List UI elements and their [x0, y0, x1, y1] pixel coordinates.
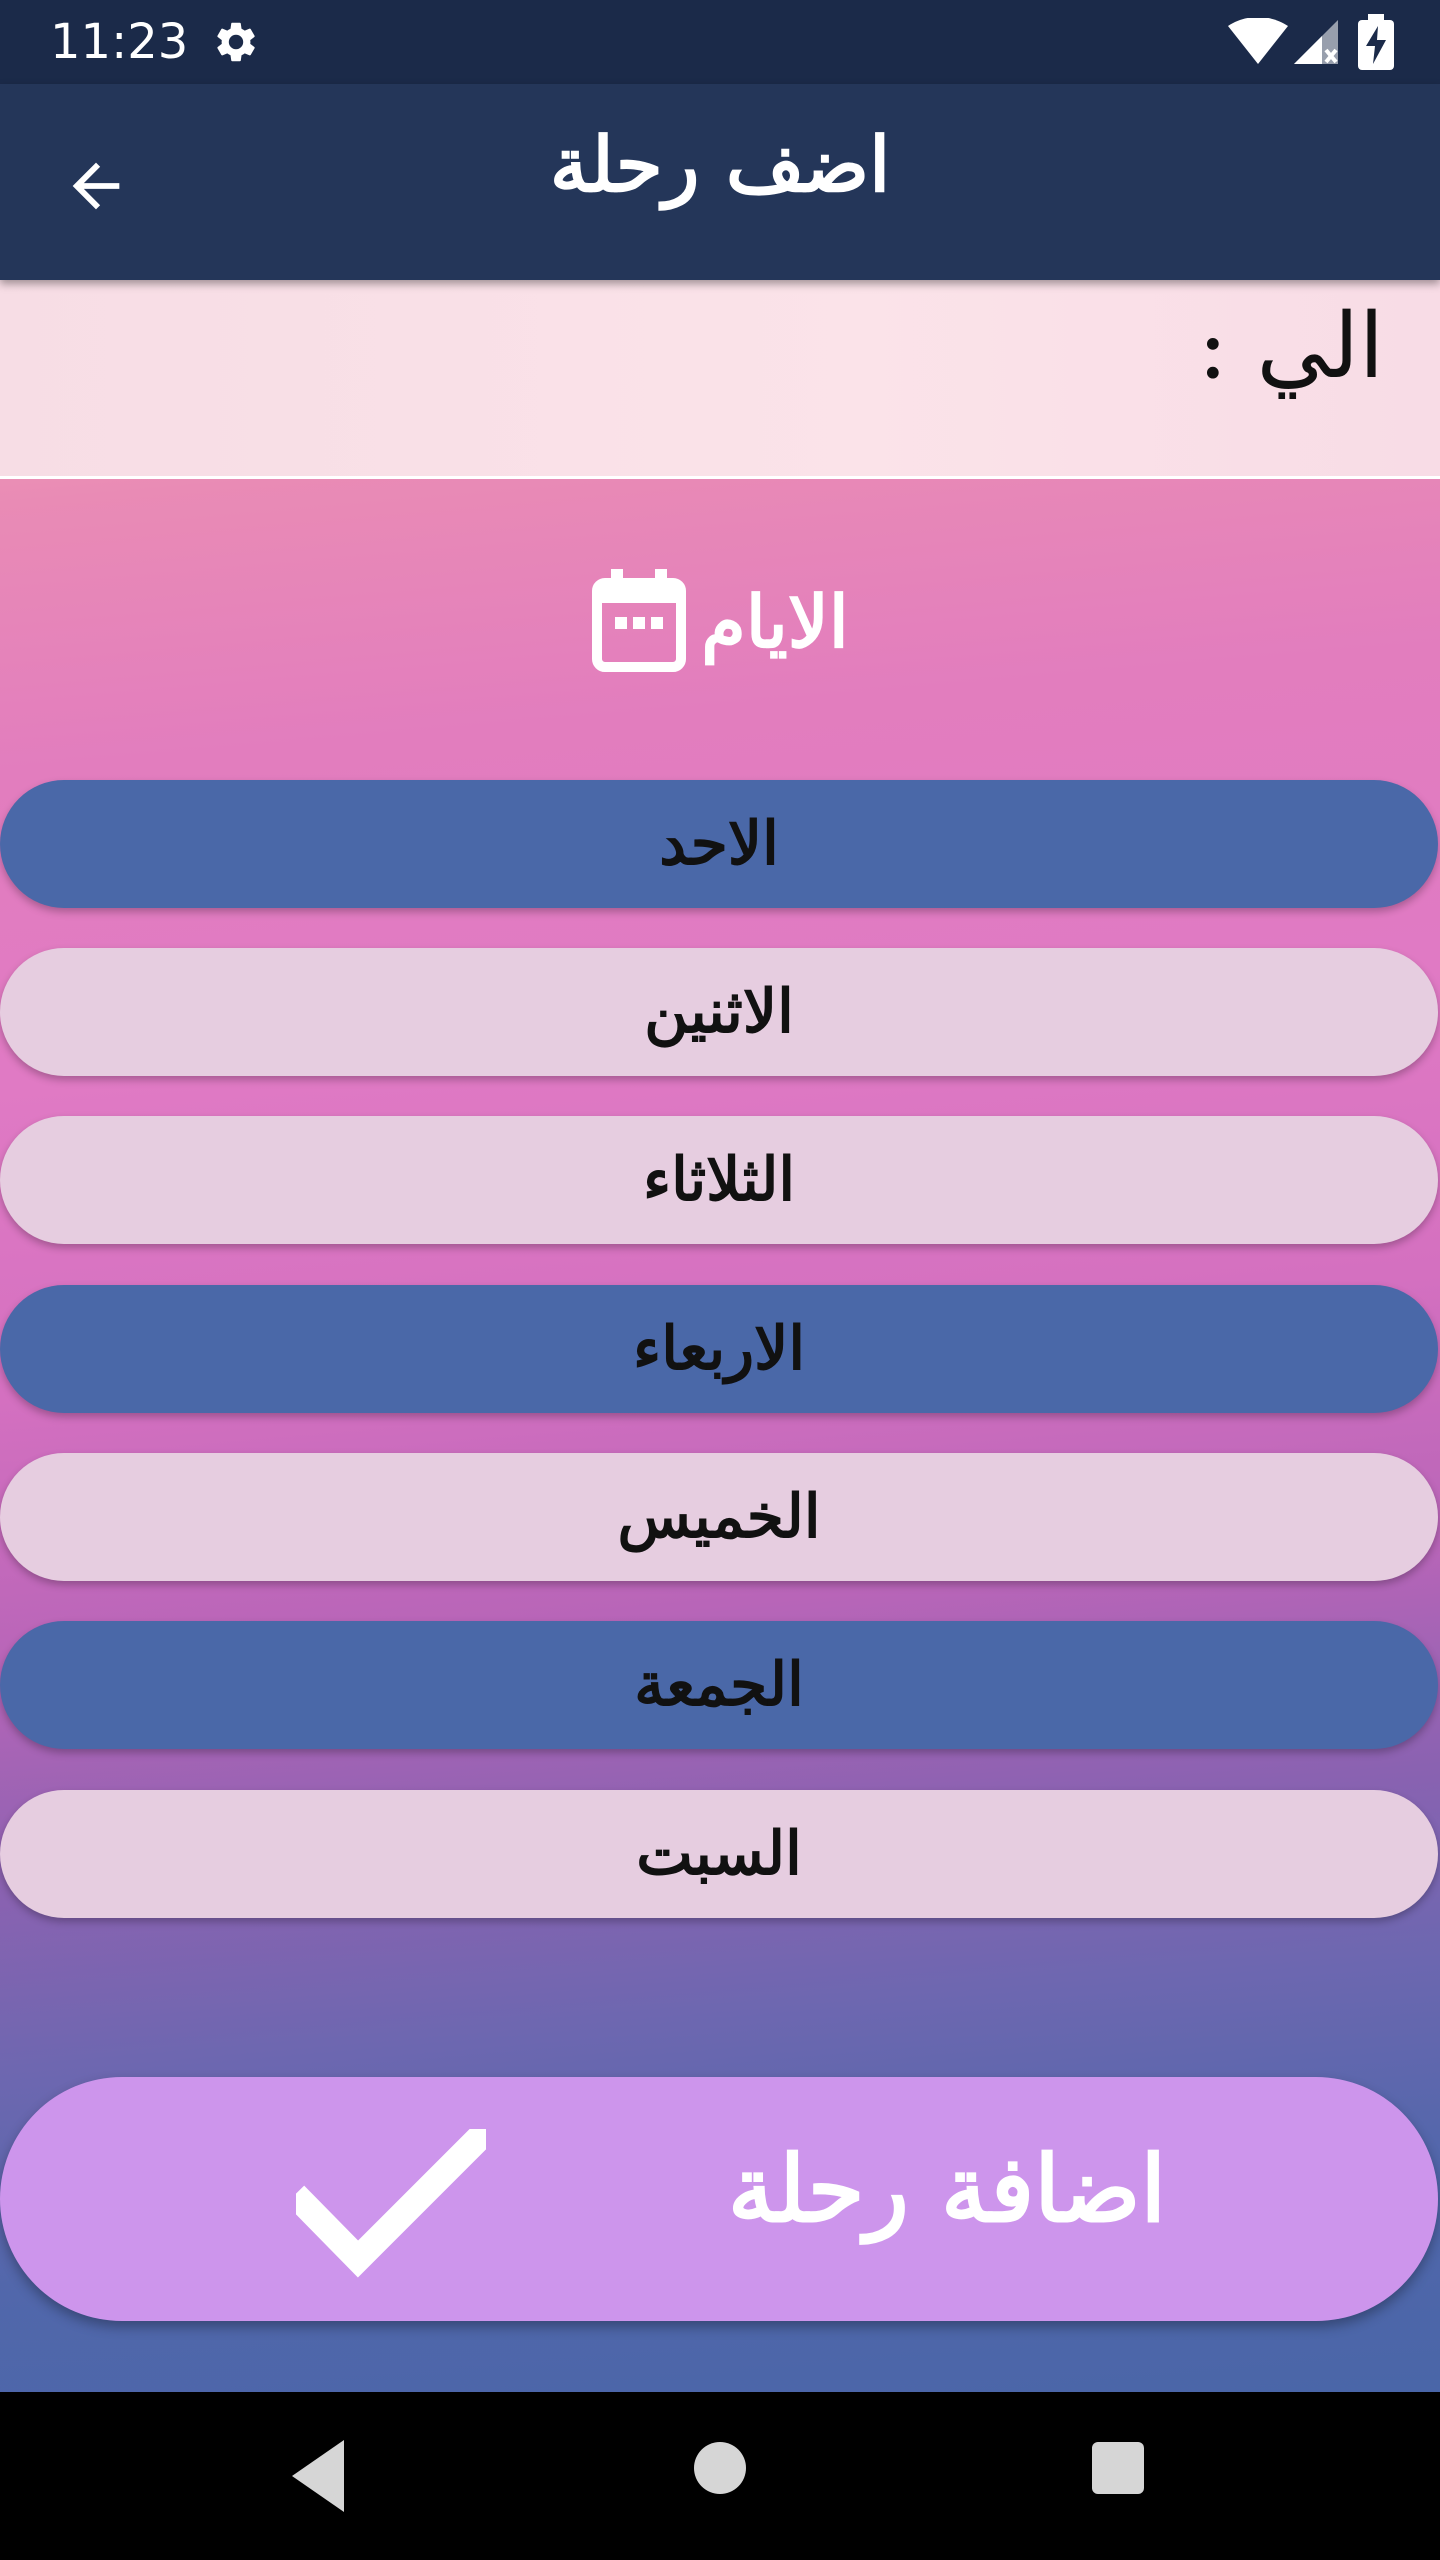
signal-icon [1294, 20, 1338, 64]
days-title: الايام [701, 578, 849, 664]
check-icon [296, 2129, 486, 2278]
status-bar: 11:23 [0, 0, 1440, 84]
battery-charging-icon [1358, 14, 1394, 70]
day-toggle-monday[interactable]: الاثنين [0, 948, 1438, 1076]
wifi-icon [1228, 18, 1288, 64]
day-label: الاثنين [644, 977, 794, 1047]
day-toggle-tuesday[interactable]: الثلاثاء [0, 1116, 1438, 1244]
day-label: الاحد [659, 809, 779, 879]
add-trip-button[interactable]: اضافة رحلة [0, 2077, 1438, 2321]
system-nav-bar [0, 2392, 1440, 2560]
day-toggle-friday[interactable]: الجمعة [0, 1621, 1438, 1749]
day-label: الجمعة [634, 1650, 804, 1720]
day-label: الثلاثاء [642, 1145, 796, 1215]
day-toggle-wednesday[interactable]: الاربعاء [0, 1285, 1438, 1413]
destination-field[interactable]: الي : [0, 280, 1440, 479]
status-time: 11:23 [50, 14, 189, 70]
day-toggle-sunday[interactable]: الاحد [0, 780, 1438, 908]
day-label: السبت [636, 1819, 802, 1889]
day-toggle-saturday[interactable]: السبت [0, 1790, 1438, 1918]
main-content: الي : الايام الاحد الاثنين الثلاثاء الار… [0, 280, 1440, 2392]
gear-icon [217, 22, 255, 62]
day-label: الاربعاء [633, 1314, 806, 1384]
calendar-icon [592, 569, 687, 672]
days-header: الايام [0, 566, 1440, 676]
page-title: اضف رحلة [549, 120, 891, 209]
day-toggle-thursday[interactable]: الخميس [0, 1453, 1438, 1581]
destination-label: الي : [1197, 294, 1384, 399]
add-trip-label: اضافة رحلة [727, 2135, 1166, 2243]
day-label: الخميس [617, 1482, 821, 1552]
app-bar: اضف رحلة [0, 84, 1440, 280]
nav-recents-icon[interactable] [1092, 2442, 1144, 2494]
nav-back-icon[interactable] [288, 2436, 348, 2516]
nav-home-icon[interactable] [694, 2442, 746, 2494]
